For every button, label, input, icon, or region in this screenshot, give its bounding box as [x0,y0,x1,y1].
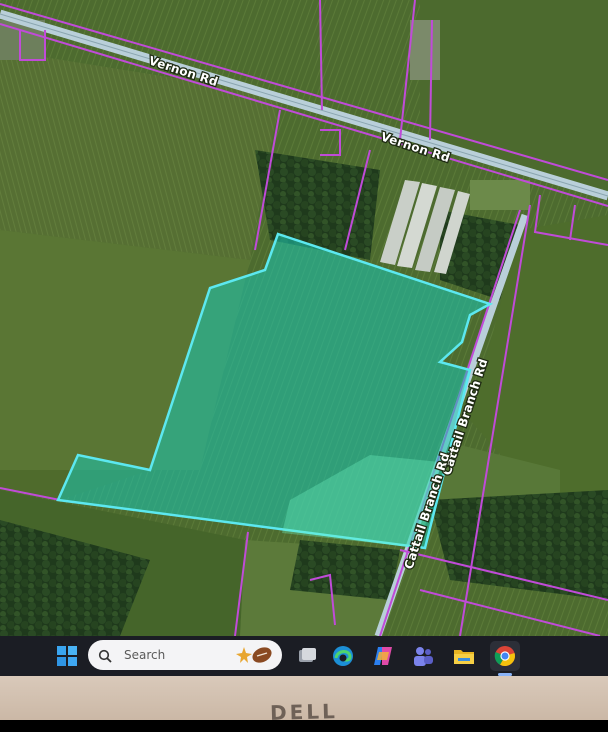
edge-icon [333,646,353,666]
start-button[interactable] [52,641,82,671]
taskbar-search-box[interactable]: Search [88,640,282,670]
chrome-button[interactable] [490,641,520,671]
forest-south [290,540,400,600]
yard-clearing [470,180,530,210]
start-icon [57,646,77,666]
taskbar: Search [0,636,608,676]
homestead-ne [410,20,440,80]
chrome-icon [494,646,515,667]
map-screen[interactable]: Vernon Rd Vernon Rd Cattail Branch Rd Ca… [0,0,608,636]
aerial-map[interactable]: Vernon Rd Vernon Rd Cattail Branch Rd Ca… [0,0,608,636]
copilot-icon [374,647,392,665]
search-icon [98,648,112,663]
task-view-icon [299,648,316,662]
edge-button[interactable] [328,641,358,671]
teams-button[interactable] [408,641,438,671]
copilot-button[interactable] [368,641,398,671]
teams-icon [414,647,433,666]
search-placeholder: Search [124,648,166,662]
search-highlight-icon [236,643,276,667]
file-explorer-icon [454,650,474,664]
task-view-button[interactable] [292,641,322,671]
file-explorer-button[interactable] [449,641,479,671]
